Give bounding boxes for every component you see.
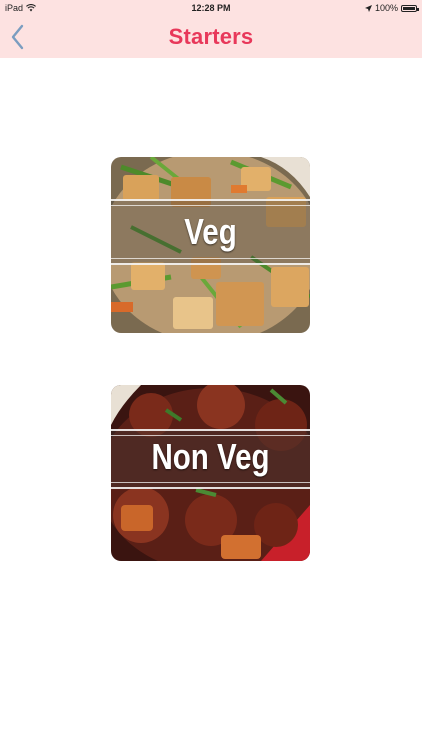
band-divider [111,482,310,483]
battery-percent: 100% [374,3,398,13]
battery-icon [401,4,419,12]
status-bar: iPad 12:28 PM 100% [0,0,422,16]
veg-category-card[interactable]: Veg [111,157,310,333]
nonveg-category-card[interactable]: Non Veg [111,385,310,561]
location-arrow-icon [364,4,372,12]
band-divider [111,258,310,259]
status-right: 100% [364,0,419,16]
navigation-bar: Starters [0,16,422,58]
status-time: 12:28 PM [191,3,231,13]
veg-label: Veg [184,211,237,252]
nonveg-label: Non Veg [151,436,270,477]
band-divider [111,205,310,206]
page-title: Starters [168,24,254,49]
